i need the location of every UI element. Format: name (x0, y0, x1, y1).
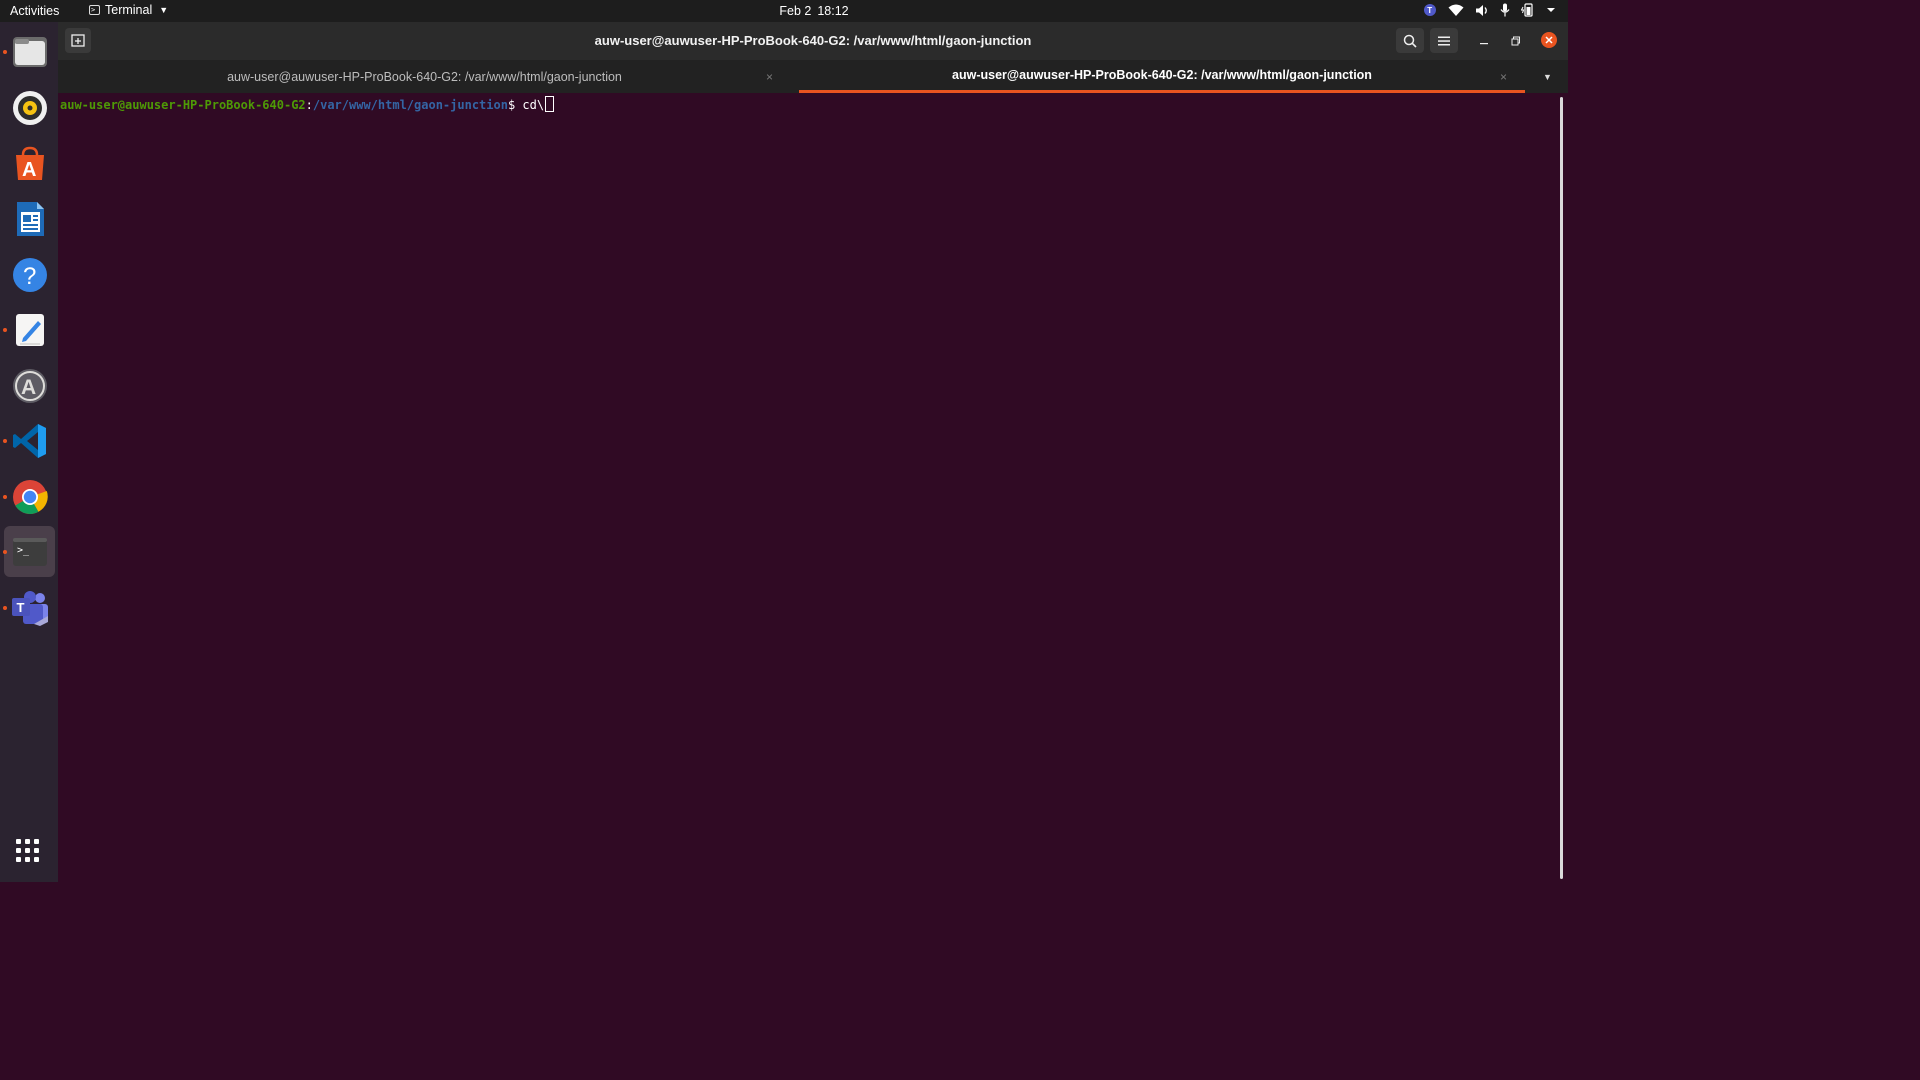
dock-software-updater[interactable]: A (4, 360, 55, 411)
running-indicator (3, 439, 7, 443)
wifi-icon[interactable] (1448, 4, 1464, 17)
clock[interactable]: Feb 2 18:12 (0, 4, 1628, 18)
clock-date: Feb 2 (779, 4, 812, 18)
prompt-user: auw-user@auwuser-HP-ProBook-640-G2 (60, 98, 306, 112)
running-indicator (3, 50, 7, 54)
prompt-path: /var/www/html/gaon-junction (312, 98, 508, 112)
dock-vscode[interactable] (3, 415, 55, 466)
close-window-button[interactable] (1541, 32, 1557, 48)
header-bar[interactable]: auw-user@auwuser-HP-ProBook-640-G2: /var… (58, 22, 1568, 60)
maximize-button[interactable] (1502, 28, 1530, 53)
tab-2[interactable]: auw-user@auwuser-HP-ProBook-640-G2: /var… (799, 60, 1525, 93)
dock-terminal[interactable]: >_ (3, 526, 55, 577)
writer-icon (16, 201, 44, 236)
svg-text:A: A (21, 376, 36, 399)
prompt-symbol: $ (507, 98, 523, 112)
teams-icon: T (11, 590, 48, 626)
files-icon (12, 36, 47, 67)
dock-files[interactable] (3, 26, 55, 77)
dock-text-editor[interactable] (3, 304, 55, 355)
search-button[interactable] (1396, 28, 1424, 53)
teams-tray-icon[interactable]: T (1423, 3, 1437, 17)
tab-close-icon[interactable]: × (1500, 70, 1507, 84)
restore-icon (1511, 36, 1520, 45)
tab-label: auw-user@auwuser-HP-ProBook-640-G2: /var… (952, 68, 1372, 82)
search-icon (1403, 34, 1417, 48)
svg-text:T: T (16, 600, 24, 615)
rhythmbox-icon (12, 90, 47, 125)
running-indicator (3, 550, 7, 554)
terminal-icon: >_ (12, 537, 47, 566)
clock-time: 18:12 (817, 4, 849, 18)
prompt-line: auw-user@auwuser-HP-ProBook-640-G2:/var/… (60, 96, 555, 113)
tab-list-chevron-icon[interactable]: ▼ (1543, 72, 1552, 82)
text-cursor (545, 96, 555, 112)
running-indicator (3, 606, 7, 610)
text-editor-icon (15, 313, 44, 346)
software-store-icon: A (15, 146, 44, 181)
svg-text:?: ? (23, 263, 36, 290)
tab-bar: auw-user@auwuser-HP-ProBook-640-G2: /var… (58, 60, 1568, 93)
tab-close-icon[interactable]: × (766, 70, 773, 84)
dock-chrome[interactable] (3, 471, 55, 522)
dock-teams[interactable]: T (3, 582, 55, 633)
svg-text:>_: >_ (17, 545, 30, 556)
hamburger-icon (1438, 36, 1450, 45)
window-title: auw-user@auwuser-HP-ProBook-640-G2: /var… (594, 33, 1032, 48)
dock-rhythmbox[interactable] (4, 82, 55, 133)
menu-button[interactable] (1430, 28, 1458, 53)
scrollbar[interactable] (1560, 97, 1563, 879)
dock-libreoffice-writer[interactable] (4, 193, 55, 244)
battery-icon[interactable] (1521, 3, 1535, 17)
chrome-icon (12, 479, 48, 514)
help-icon: ? (12, 257, 47, 292)
close-icon (1545, 36, 1553, 44)
apps-grid-icon[interactable] (16, 839, 39, 862)
prompt-separator: : (305, 98, 313, 112)
system-menu-caret[interactable] (1546, 6, 1556, 14)
top-bar: Activities > Terminal ▼ Feb 2 18:12 T (0, 0, 1568, 22)
tab-1[interactable]: auw-user@auwuser-HP-ProBook-640-G2: /var… (58, 60, 791, 93)
volume-icon[interactable] (1475, 4, 1489, 17)
running-indicator (3, 328, 7, 332)
software-updater-icon: A (12, 368, 47, 403)
system-tray[interactable]: T (1423, 3, 1556, 17)
svg-text:A: A (22, 159, 36, 181)
typed-command: cd\ (522, 98, 545, 112)
dock-ubuntu-software[interactable]: A (4, 138, 55, 189)
vscode-icon (12, 423, 46, 458)
microphone-icon[interactable] (1500, 3, 1510, 17)
minimize-button[interactable] (1470, 28, 1498, 53)
running-indicator (3, 495, 7, 499)
svg-text:T: T (1427, 6, 1432, 15)
dock-help[interactable]: ? (4, 249, 55, 300)
minimize-icon (1480, 42, 1488, 44)
terminal-content[interactable]: auw-user@auwuser-HP-ProBook-640-G2:/var/… (58, 94, 1558, 882)
tab-label: auw-user@auwuser-HP-ProBook-640-G2: /var… (227, 69, 622, 84)
dock: A ? A >_ T (0, 22, 58, 882)
terminal-window: auw-user@auwuser-HP-ProBook-640-G2: /var… (58, 22, 1568, 882)
